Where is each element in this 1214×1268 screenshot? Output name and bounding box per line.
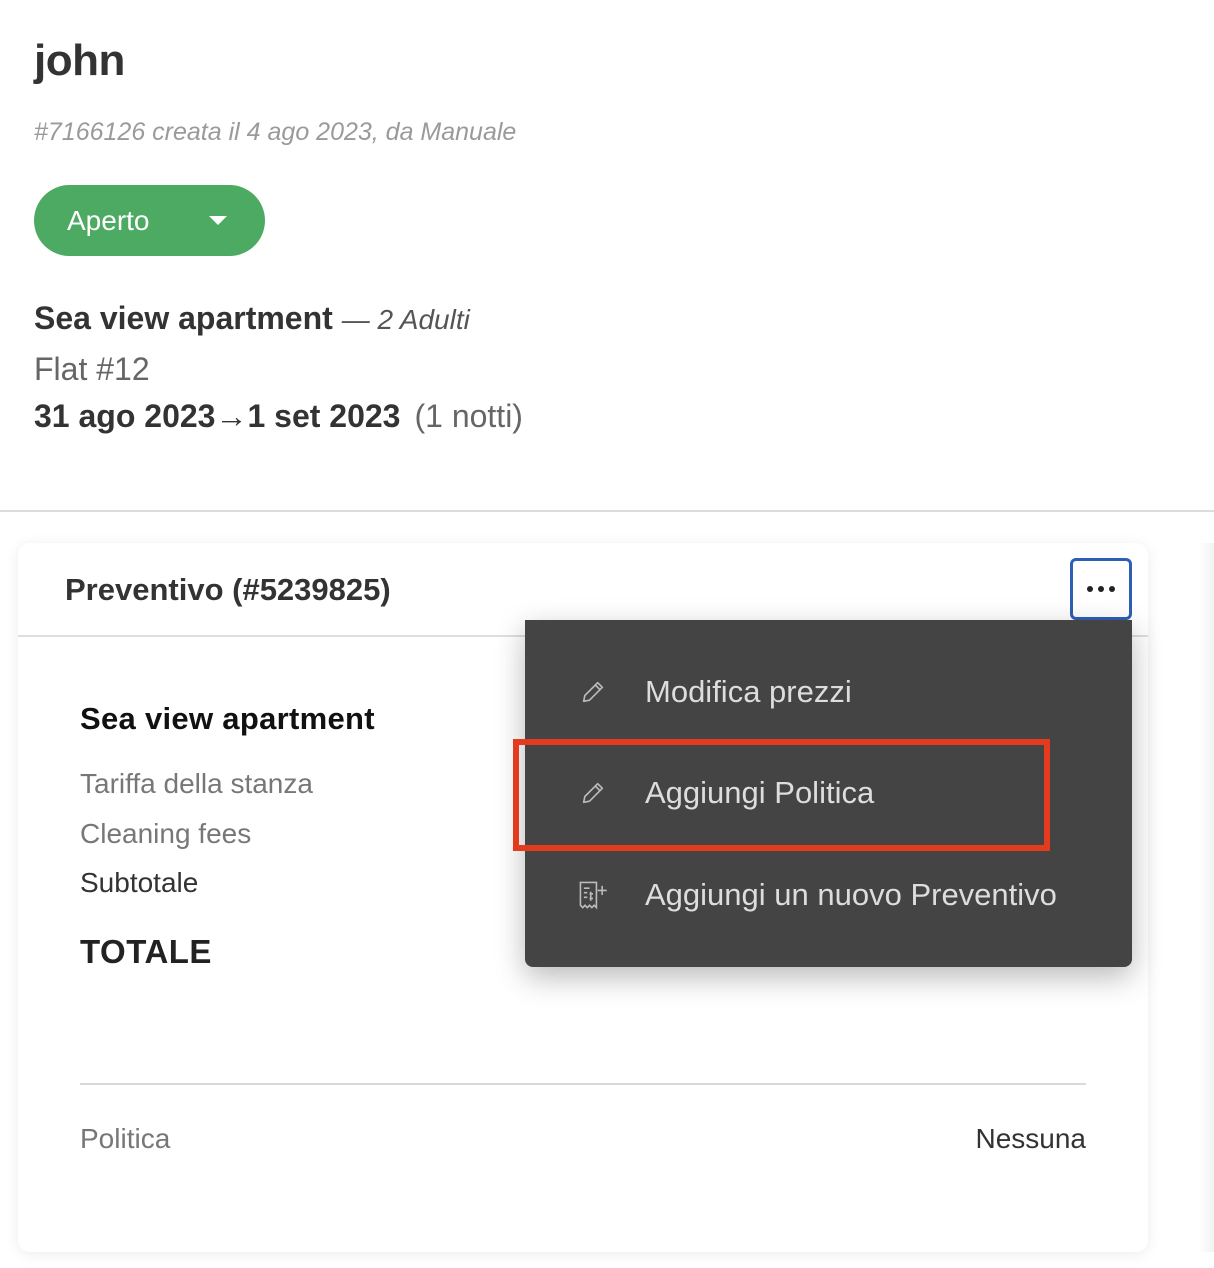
room-rate-label: Tariffa della stanza xyxy=(80,768,313,799)
policy-label: Politica xyxy=(80,1123,171,1154)
status-label: Aperto xyxy=(67,204,150,236)
more-dots-icon xyxy=(1109,586,1115,592)
unit-name: Flat #12 xyxy=(34,351,150,387)
subtotal-label: Subtotale xyxy=(80,867,199,898)
guest-count: — 2 Adulti xyxy=(341,304,470,335)
policy-divider xyxy=(80,1083,1086,1085)
nights-count: (1 notti) xyxy=(414,398,523,434)
more-dots-icon xyxy=(1098,586,1104,592)
caret-down-icon xyxy=(209,216,227,225)
room-name: Sea view apartment xyxy=(34,300,333,336)
cleaning-fees-label: Cleaning fees xyxy=(80,818,252,849)
more-dots-icon xyxy=(1087,586,1093,592)
pencil-icon xyxy=(577,676,609,708)
section-divider xyxy=(0,510,1214,512)
room-line: Sea view apartment — 2 Adulti xyxy=(34,300,470,337)
check-out-date: 1 set 2023 xyxy=(247,398,401,434)
menu-item-edit-prices[interactable]: Modifica prezzi xyxy=(525,642,1132,742)
stay-dates: 31 ago 2023→1 set 2023 (1 notti) xyxy=(34,398,523,435)
reservation-page: john #7166126 creata il 4 ago 2023, da M… xyxy=(0,0,1214,1268)
total-label: TOTALE xyxy=(80,933,212,970)
adjacent-card-edge xyxy=(1198,543,1214,1252)
status-dropdown-button[interactable]: Aperto xyxy=(34,185,265,256)
check-in-date: 31 ago 2023 xyxy=(34,398,216,434)
policy-value: Nessuna xyxy=(975,1123,1086,1154)
arrow-right-icon: → xyxy=(215,398,248,434)
menu-item-add-quote[interactable]: Aggiungi un nuovo Preventivo xyxy=(525,845,1132,945)
menu-item-label: Aggiungi un nuovo Preventivo xyxy=(645,877,1057,912)
menu-item-label: Modifica prezzi xyxy=(645,674,852,709)
reservation-meta: #7166126 creata il 4 ago 2023, da Manual… xyxy=(34,118,517,146)
highlight-annotation xyxy=(513,739,1050,851)
add-quote-icon xyxy=(577,879,609,911)
guest-name: john xyxy=(34,36,125,85)
more-options-button[interactable] xyxy=(1070,558,1132,620)
quote-title: Preventivo (#5239825) xyxy=(65,572,391,607)
quote-room-title: Sea view apartment xyxy=(80,701,375,736)
